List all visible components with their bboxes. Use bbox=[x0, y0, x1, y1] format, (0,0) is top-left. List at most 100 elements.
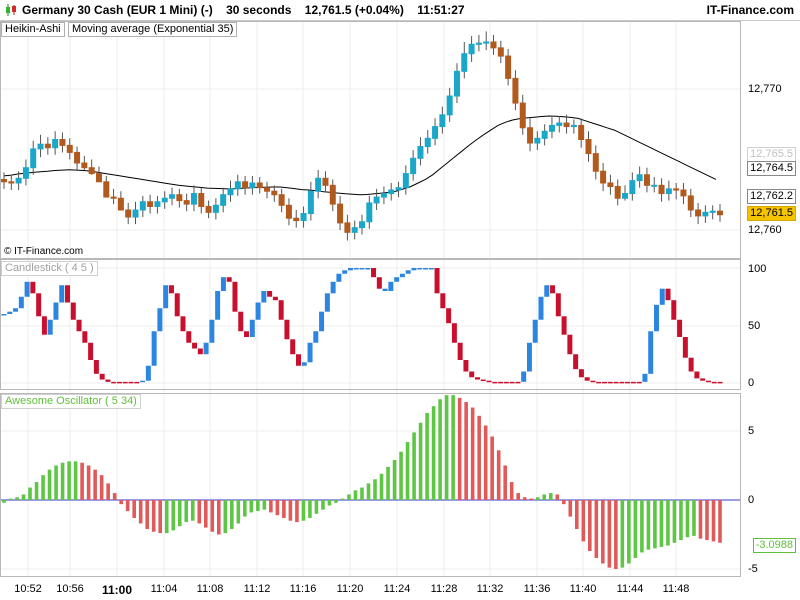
indicator-candle bbox=[342, 270, 348, 274]
indicator-candle bbox=[192, 342, 198, 349]
indicator-candle bbox=[515, 381, 521, 384]
indicator-candle bbox=[469, 371, 475, 378]
ao-bar bbox=[151, 500, 156, 532]
ao-bar bbox=[217, 500, 221, 535]
ao-bar bbox=[490, 436, 494, 500]
heikin-ashi-candle bbox=[643, 167, 650, 193]
indicator-candle bbox=[653, 304, 659, 332]
ao-bar bbox=[21, 494, 26, 500]
indicator-candle bbox=[122, 381, 128, 384]
heikin-ashi-candle bbox=[673, 182, 680, 200]
heikin-ashi-candle bbox=[315, 170, 322, 199]
chart-canvas[interactable] bbox=[0, 21, 800, 600]
heikin-ashi-candle bbox=[234, 174, 241, 196]
hidden-price-label: 12,765.5 bbox=[747, 147, 796, 162]
indicator-candle bbox=[365, 268, 371, 270]
heikin-ashi-candle bbox=[147, 194, 154, 214]
indicator-candle bbox=[665, 288, 671, 301]
indicator-candle bbox=[76, 319, 82, 332]
time-label: 11:32 bbox=[476, 583, 504, 595]
ao-bar bbox=[360, 487, 364, 500]
heikin-ashi-candle bbox=[607, 174, 614, 195]
ao-bar bbox=[685, 500, 690, 538]
ao-bar bbox=[451, 395, 455, 500]
ao-bar bbox=[243, 500, 247, 517]
ao-bar bbox=[223, 500, 228, 534]
ao-tick-5: 5 bbox=[748, 425, 755, 437]
indicator-candle bbox=[607, 381, 613, 384]
ao-bar bbox=[516, 493, 521, 500]
indicator-candle bbox=[41, 316, 47, 335]
ao-bar bbox=[711, 500, 716, 542]
indicator-candle bbox=[197, 348, 203, 355]
indicator-candle bbox=[411, 268, 417, 271]
ao-bar bbox=[568, 500, 573, 517]
ao-bar bbox=[698, 500, 703, 539]
ao-bar bbox=[620, 500, 625, 568]
ao-bar bbox=[275, 500, 280, 516]
indicator-candle bbox=[249, 319, 255, 337]
heikin-ashi-candle bbox=[695, 202, 702, 225]
indicator-candle bbox=[567, 334, 573, 355]
quote-time: 11:51:27 bbox=[417, 3, 465, 17]
time-label: 10:56 bbox=[56, 583, 84, 595]
indicator-candle bbox=[157, 308, 163, 332]
heikin-ashi-candle bbox=[687, 188, 694, 218]
heikin-ashi-candle bbox=[344, 214, 351, 241]
indicator-candle bbox=[116, 381, 122, 384]
top-price-label: 12,762.2 bbox=[747, 189, 796, 204]
indicator-candle bbox=[532, 319, 538, 343]
ao-bar bbox=[138, 500, 143, 524]
indicator-candle bbox=[596, 381, 602, 384]
ao-bar bbox=[80, 462, 84, 500]
ao-bar bbox=[321, 500, 325, 510]
indicator-candle bbox=[544, 285, 550, 297]
ao-bar bbox=[54, 465, 58, 500]
stoch-tick-50: 50 bbox=[748, 320, 761, 332]
indicator-candle bbox=[59, 285, 65, 303]
ao-bar bbox=[457, 397, 462, 500]
ao-bar bbox=[28, 487, 32, 500]
ao-bar bbox=[692, 500, 696, 536]
ao-bar bbox=[269, 500, 273, 513]
heikin-ashi-candle bbox=[388, 182, 395, 201]
legend-ema[interactable]: Moving average (Exponential 35) bbox=[68, 22, 238, 37]
indicator-candle bbox=[561, 316, 567, 335]
time-label: 11:24 bbox=[383, 583, 411, 595]
indicator-candle bbox=[590, 380, 596, 383]
ao-bar bbox=[2, 500, 6, 503]
ao-bar bbox=[190, 500, 195, 521]
indicator-candle bbox=[602, 381, 608, 384]
heikin-ashi-candle bbox=[249, 175, 256, 195]
ao-bar bbox=[614, 500, 618, 569]
indicator-candle bbox=[244, 331, 250, 337]
ao-bar bbox=[197, 500, 202, 524]
ao-bar bbox=[561, 500, 566, 505]
indicator-candle bbox=[573, 354, 579, 370]
legend-heikin-ashi[interactable]: Heikin-Ashi bbox=[1, 22, 65, 37]
heikin-ashi-candle bbox=[176, 188, 183, 208]
time-label: 11:12 bbox=[243, 583, 271, 595]
ao-bar bbox=[503, 465, 507, 500]
interval-label[interactable]: 30 seconds bbox=[226, 3, 291, 17]
heikin-ashi-candle bbox=[351, 220, 358, 240]
ao-bar bbox=[119, 500, 123, 505]
indicator-candle bbox=[215, 291, 221, 320]
heikin-ashi-candle bbox=[37, 134, 44, 158]
heikin-ashi-candle bbox=[512, 70, 519, 111]
indicator-candle bbox=[313, 331, 319, 343]
ao-bar bbox=[542, 494, 547, 500]
ao-bar bbox=[477, 415, 481, 500]
ao-bar bbox=[640, 500, 644, 553]
ao-bar bbox=[470, 407, 475, 500]
ao-bar bbox=[171, 500, 176, 531]
legend-stochastic[interactable]: Candlestick ( 4 5 ) bbox=[1, 261, 98, 276]
legend-awesome-oscillator[interactable]: Awesome Oscillator ( 5 34) bbox=[1, 394, 141, 409]
indicator-candle bbox=[423, 268, 429, 270]
heikin-ashi-candle bbox=[212, 198, 219, 220]
heikin-ashi-candle bbox=[636, 166, 643, 188]
ao-bar bbox=[666, 500, 670, 546]
heikin-ashi-candle bbox=[44, 137, 51, 155]
ao-tick-neg5: -5 bbox=[748, 563, 758, 575]
copyright-text: © IT-Finance.com bbox=[4, 246, 84, 257]
